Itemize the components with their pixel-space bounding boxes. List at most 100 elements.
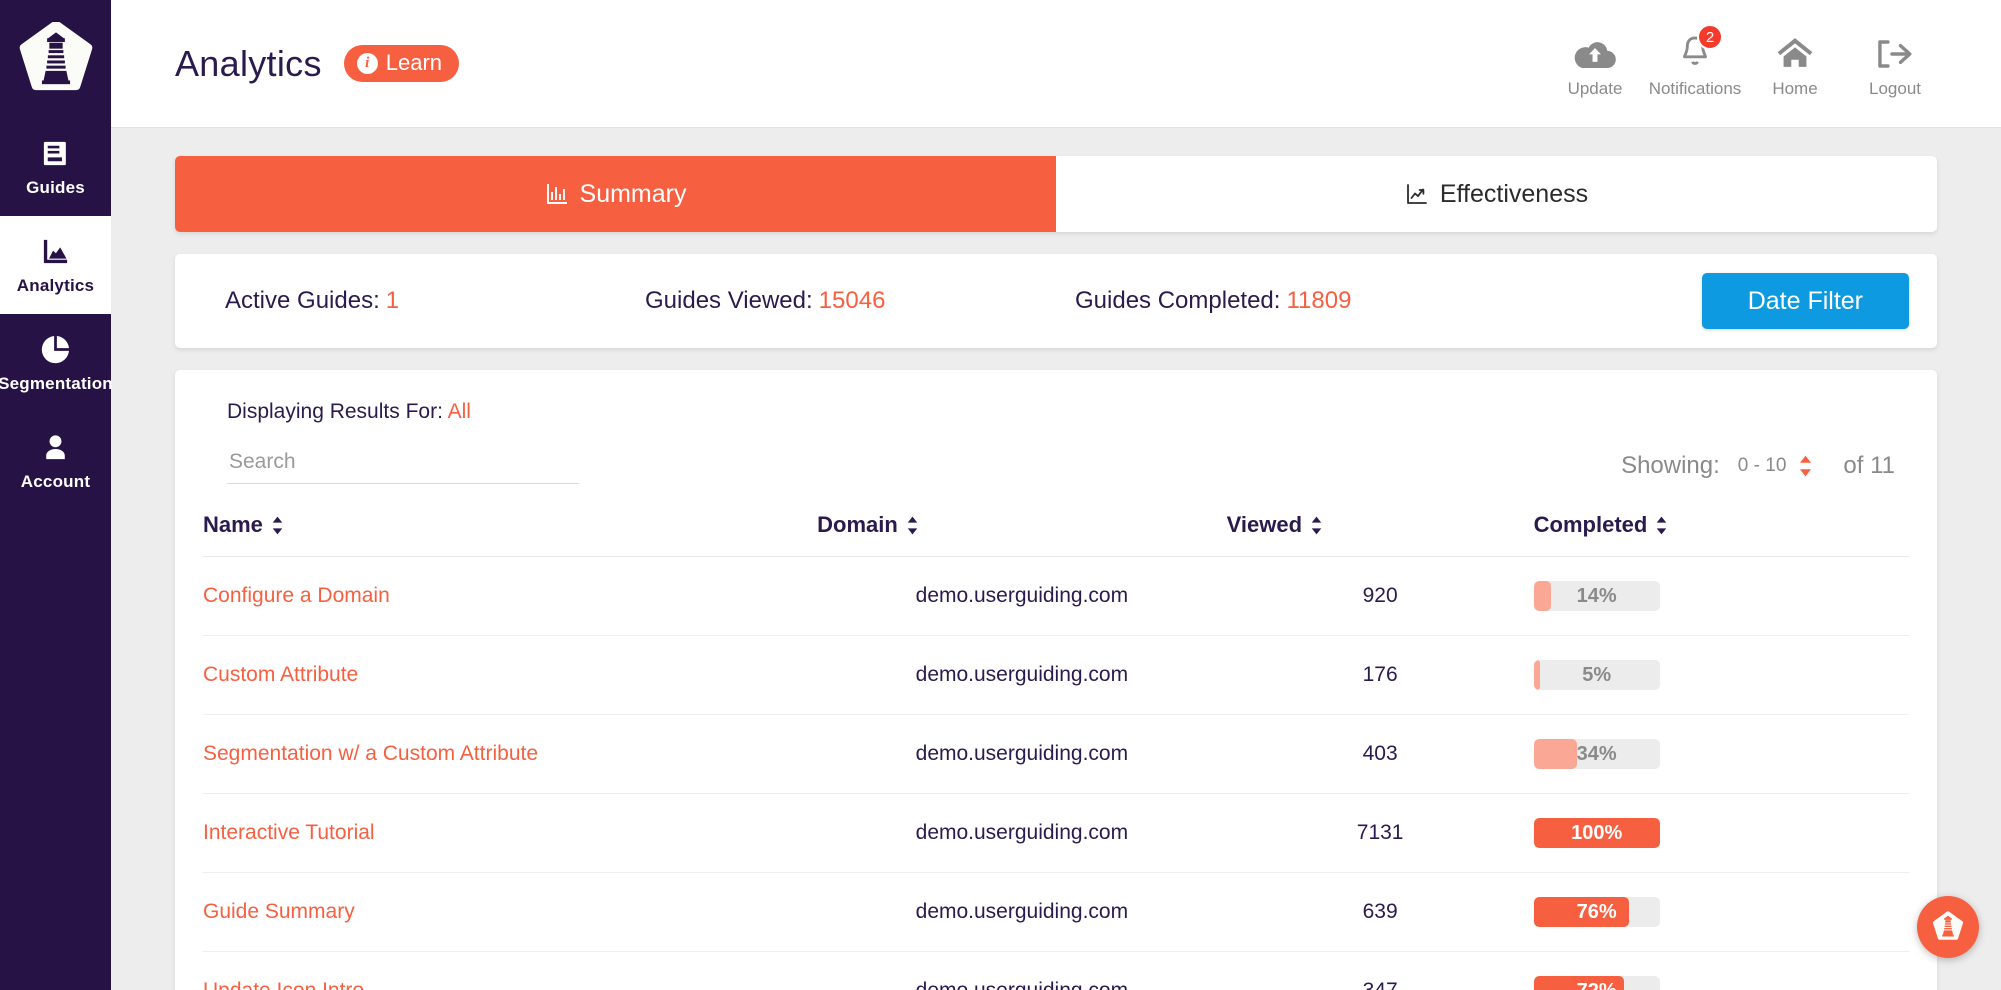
cell-name: Guide Summary: [203, 872, 818, 952]
completion-progress-bar: 5%: [1533, 660, 1660, 690]
sort-icon: [907, 516, 918, 534]
column-header-completed-label: Completed: [1533, 512, 1648, 537]
tab-effectiveness[interactable]: Effectiveness: [1056, 156, 1937, 232]
completion-progress-bar: 72%: [1533, 976, 1660, 990]
tab-summary[interactable]: Summary: [175, 156, 1056, 232]
cloud-upload-icon: [1574, 28, 1616, 70]
showing-label: Showing:: [1621, 452, 1720, 479]
guides-table: Name Domain Viewed Completed Configure a…: [203, 498, 1909, 990]
guide-link[interactable]: Interactive Tutorial: [203, 821, 375, 844]
home-button[interactable]: Home: [1745, 28, 1845, 99]
column-header-viewed[interactable]: Viewed: [1226, 498, 1534, 557]
table-body: Configure a Domain demo.userguiding.com 92…: [203, 556, 1909, 990]
search-input[interactable]: [227, 446, 579, 484]
stat-guides-viewed: Guides Viewed: 15046: [645, 287, 1075, 315]
column-header-completed[interactable]: Completed: [1533, 498, 1909, 557]
table-row: Update Icon Intro demo.userguiding.com347…: [203, 951, 1909, 990]
table-row: Custom Attribute demo.userguiding.com 176 5…: [203, 635, 1909, 715]
update-label: Update: [1567, 79, 1623, 98]
guide-link[interactable]: Guide Summary: [203, 900, 355, 923]
showing-total: of 11: [1843, 452, 1895, 479]
cell-viewed: 639: [1226, 872, 1534, 952]
showing-range: 0 - 10: [1737, 455, 1787, 476]
guides-table-card: Displaying Results For: All Showing: 0 -…: [175, 370, 1937, 990]
sidebar-item-analytics[interactable]: Analytics: [0, 216, 111, 314]
analytics-tabs: Summary Effectiveness: [175, 156, 1937, 232]
guide-link[interactable]: Update Icon Intro: [203, 979, 364, 990]
progress-label: 5%: [1582, 663, 1612, 686]
notifications-badge: 2: [1697, 24, 1723, 50]
progress-label: 76%: [1576, 900, 1617, 923]
stat-guides-viewed-value: 15046: [818, 287, 886, 314]
cell-domain: demo.userguiding.com: [817, 872, 1227, 952]
displaying-value[interactable]: All: [448, 400, 471, 423]
cell-name: Custom Attribute: [203, 635, 818, 715]
progress-label: 100%: [1571, 821, 1623, 844]
line-chart-up-icon: [1405, 182, 1429, 206]
cell-completed: 100%: [1533, 793, 1909, 873]
chart-area-icon: [39, 235, 72, 269]
table-head: Name Domain Viewed Completed: [203, 498, 1909, 557]
stat-guides-completed: Guides Completed: 11809: [1075, 287, 1702, 315]
main-area: Analytics i Learn Update 2 Notifications…: [111, 0, 2001, 990]
home-icon: [1776, 28, 1814, 70]
cell-completed: 14%: [1533, 556, 1909, 636]
column-header-domain[interactable]: Domain: [817, 498, 1227, 557]
page-size-selector[interactable]: 0 - 10: [1738, 455, 1814, 477]
logout-button[interactable]: Logout: [1845, 28, 1945, 99]
cell-completed: 34%: [1533, 714, 1909, 794]
help-launcher-button[interactable]: [1917, 896, 1979, 958]
stat-active-guides: Active Guides: 1: [225, 287, 645, 315]
cell-name: Interactive Tutorial: [203, 793, 818, 873]
learn-button[interactable]: i Learn: [343, 45, 460, 82]
cell-domain: demo.userguiding.com: [817, 635, 1227, 715]
guide-link[interactable]: Custom Attribute: [203, 663, 358, 686]
lighthouse-logo-icon: [1932, 911, 1964, 940]
column-header-domain-label: Domain: [817, 512, 898, 537]
completion-progress-bar: 14%: [1533, 581, 1660, 611]
sidebar-item-label: Analytics: [16, 275, 95, 295]
lighthouse-logo-icon: [19, 22, 92, 91]
update-button[interactable]: Update: [1545, 28, 1645, 99]
notifications-label: Notifications: [1648, 79, 1742, 98]
stat-guides-completed-value: 11809: [1286, 287, 1352, 314]
cell-name: Update Icon Intro: [203, 951, 818, 990]
stat-active-guides-value: 1: [385, 287, 400, 314]
cell-viewed: 920: [1226, 556, 1534, 636]
guide-link[interactable]: Segmentation w/ a Custom Attribute: [203, 742, 538, 765]
cell-viewed: 403: [1226, 714, 1534, 794]
sidebar-item-label: Account: [20, 471, 91, 491]
column-header-name[interactable]: Name: [203, 498, 818, 557]
column-header-name-label: Name: [203, 512, 263, 537]
pie-chart-icon: [39, 333, 72, 367]
completion-progress-bar: 100%: [1533, 818, 1660, 848]
brand-logo[interactable]: [0, 0, 111, 118]
guide-link[interactable]: Configure a Domain: [203, 584, 390, 607]
learn-label: Learn: [385, 50, 443, 75]
user-icon: [40, 431, 71, 465]
sidebar-item-label: Segmentation: [0, 373, 113, 393]
completion-progress-bar: 76%: [1533, 897, 1660, 927]
home-label: Home: [1772, 79, 1818, 98]
cell-name: Configure a Domain: [203, 556, 818, 636]
tab-summary-label: Summary: [579, 179, 687, 208]
cell-domain: demo.userguiding.com: [817, 556, 1227, 636]
sidebar-item-account[interactable]: Account: [0, 412, 111, 510]
cell-viewed: 7131: [1226, 793, 1534, 873]
table-row: Configure a Domain demo.userguiding.com 92…: [203, 556, 1909, 636]
table-row: Segmentation w/ a Custom Attribute demo.u…: [203, 714, 1909, 794]
date-filter-button[interactable]: Date Filter: [1701, 273, 1909, 329]
sort-icon: [272, 516, 283, 534]
sidebar-item-segmentation[interactable]: Segmentation: [0, 314, 113, 412]
cell-viewed: 347: [1226, 951, 1534, 990]
sort-icon: [1657, 516, 1667, 534]
progress-label: 72%: [1534, 976, 1660, 990]
title-block: Analytics i Learn: [175, 43, 460, 85]
sort-updown-icon: [1800, 455, 1812, 477]
sidebar-item-guides[interactable]: Guides: [0, 118, 111, 216]
header-actions: Update 2 Notifications Home Logout: [1545, 24, 1945, 99]
cell-domain: demo.userguiding.com: [817, 714, 1227, 794]
notifications-button[interactable]: 2 Notifications: [1645, 24, 1745, 99]
displaying-label: Displaying Results For:: [227, 400, 443, 423]
sidebar-item-label: Guides: [26, 177, 85, 197]
